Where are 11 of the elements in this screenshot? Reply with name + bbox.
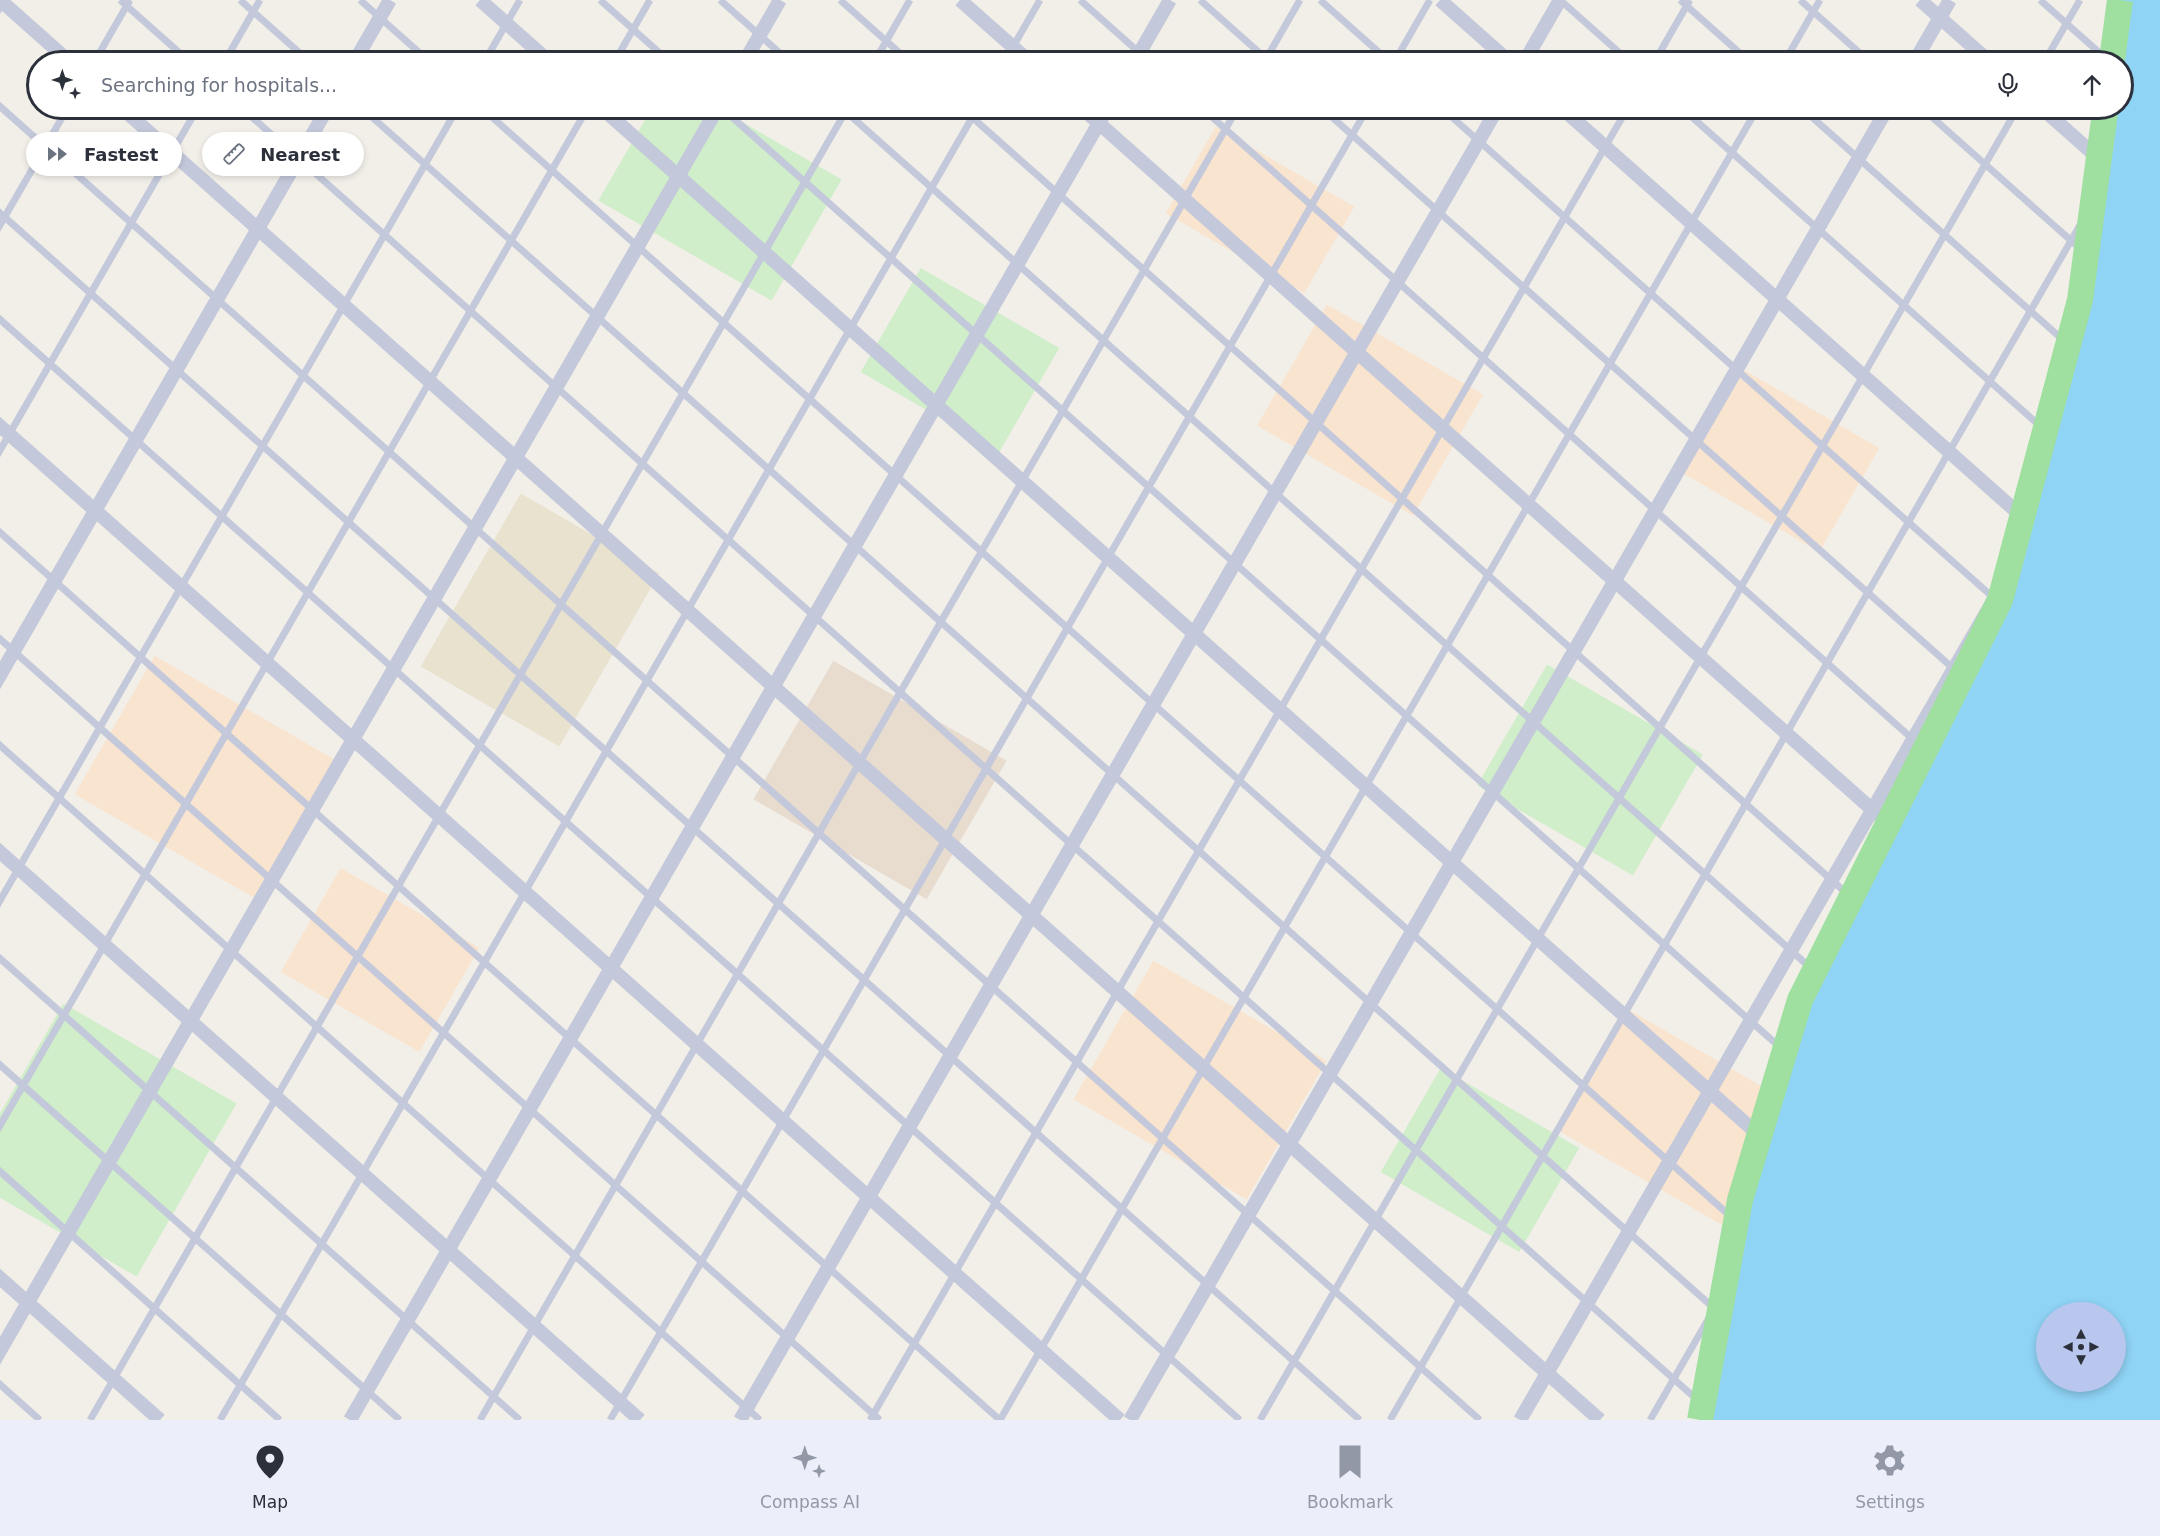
sparkle-icon bbox=[792, 1444, 828, 1480]
nav-tab[interactable]: Bookmark bbox=[1290, 1436, 1410, 1520]
filter-chip[interactable]: Nearest bbox=[202, 132, 365, 176]
sparkle-icon bbox=[51, 69, 83, 101]
microphone-icon[interactable] bbox=[1995, 72, 2021, 98]
ruler-icon bbox=[222, 142, 247, 166]
nav-tab[interactable]: Compass AI bbox=[744, 1436, 876, 1520]
filter-chip[interactable]: Fastest bbox=[26, 132, 183, 176]
recenter-icon bbox=[2061, 1327, 2101, 1367]
nav-tab[interactable]: Map bbox=[236, 1436, 304, 1520]
nav-tab[interactable]: Settings bbox=[1839, 1436, 1941, 1520]
